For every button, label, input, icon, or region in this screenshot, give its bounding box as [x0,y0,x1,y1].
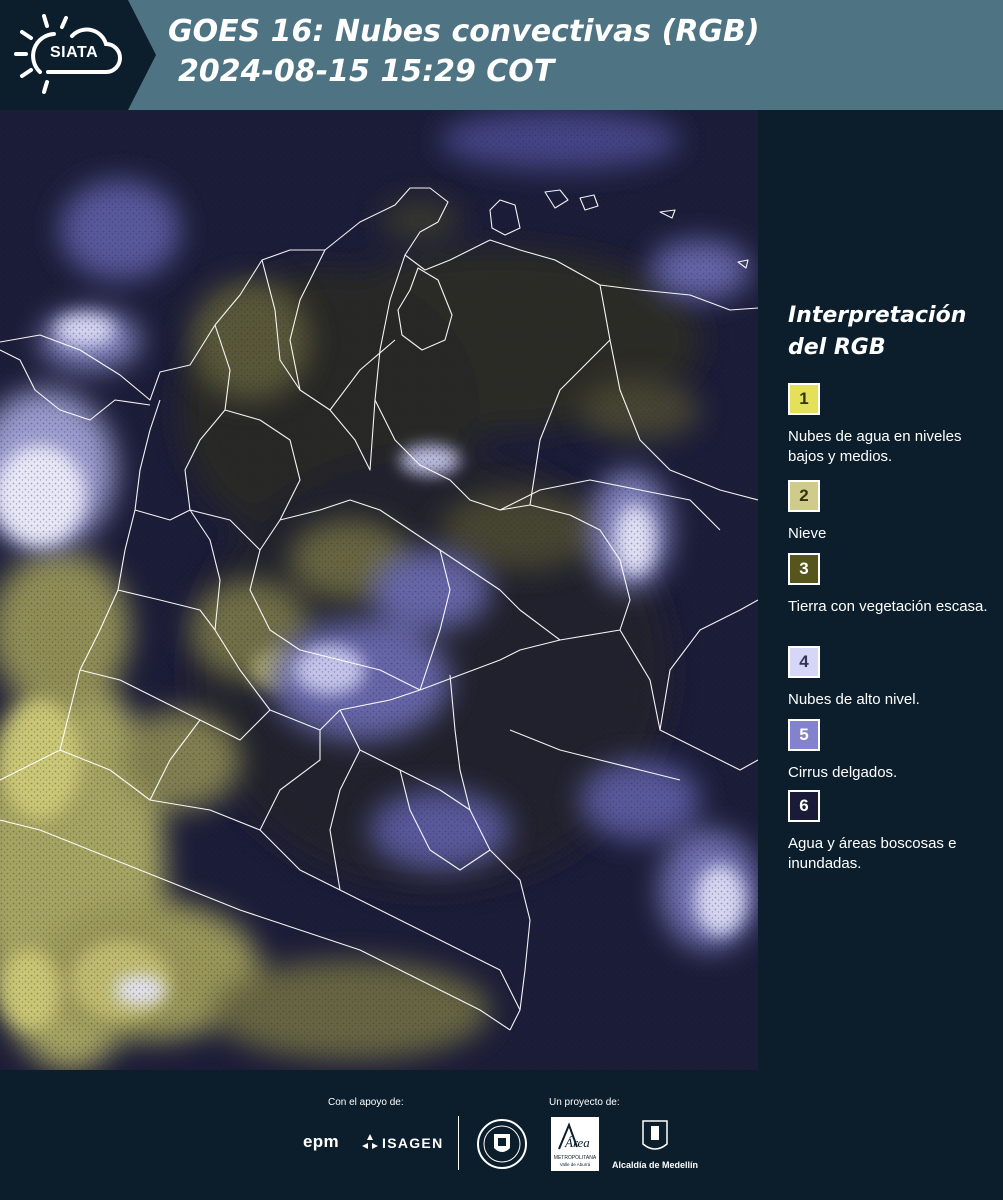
header-bar: SIATA GOES 16: Nubes convectivas (RGB) 2… [0,0,1003,110]
legend-label: Agua y áreas boscosas e inundadas. [788,835,957,872]
legend-title: Interpretación del RGB [788,300,996,364]
legend-label: Nubes de agua en niveles bajos y medios. [788,428,962,465]
logo-arrow [128,0,156,110]
footer-divider [458,1116,459,1170]
legend-label: Nieve [788,525,827,542]
university-seal-icon[interactable] [476,1118,528,1170]
alcaldia-shield-icon[interactable] [640,1118,670,1156]
legend-swatch: 2 [788,480,820,512]
legend-swatch: 1 [788,383,820,415]
legend-title-line1: Interpretación [788,303,967,328]
isagen-logo[interactable]: ISAGEN [382,1135,443,1151]
alcaldia-text[interactable]: Alcaldía de Medellín [612,1160,698,1170]
project-label: Un proyecto de: [549,1097,620,1108]
area-metropolitana-logo[interactable]: Área METROPOLITANA Valle de Aburrá [551,1117,599,1171]
area-logo-sub: METROPOLITANA [554,1155,597,1161]
legend-item: 5 Cirrus delgados. [788,719,988,783]
legend-label: Nubes de alto nivel. [788,691,920,708]
legend-item: 2 Nieve [788,480,988,544]
legend-title-line2: del RGB [788,335,886,360]
legend-item: 6 Agua y áreas boscosas e inundadas. [788,790,988,874]
satellite-image [0,110,758,1070]
rgb-legend: Interpretación del RGB [776,300,996,364]
legend-swatch: 6 [788,790,820,822]
legend-label: Tierra con vegetación escasa. [788,598,988,615]
legend-item: 4 Nubes de alto nivel. [788,646,988,710]
area-logo-sub2: Valle de Aburrá [560,1162,591,1167]
epm-logo[interactable]: epm [303,1132,339,1152]
legend-swatch: 4 [788,646,820,678]
legend-swatch: 3 [788,553,820,585]
legend-item: 3 Tierra con vegetación escasa. [788,553,988,617]
support-label: Con el apoyo de: [328,1097,404,1108]
logo-text: SIATA [50,44,99,61]
page-timestamp: 2024-08-15 15:29 COT [178,54,555,89]
area-logo-text: Área [564,1135,590,1150]
legend-item: 1 Nubes de agua en niveles bajos y medios… [788,383,988,467]
legend-swatch: 5 [788,719,820,751]
legend-label: Cirrus delgados. [788,764,898,781]
satellite-map[interactable] [0,110,758,1070]
footer: Con el apoyo de: Un proyecto de: epm ISA… [0,1070,1003,1200]
isagen-icon [362,1134,378,1149]
page-title: GOES 16: Nubes convectivas (RGB) [168,14,760,49]
siata-logo[interactable]: SIATA [0,0,128,110]
